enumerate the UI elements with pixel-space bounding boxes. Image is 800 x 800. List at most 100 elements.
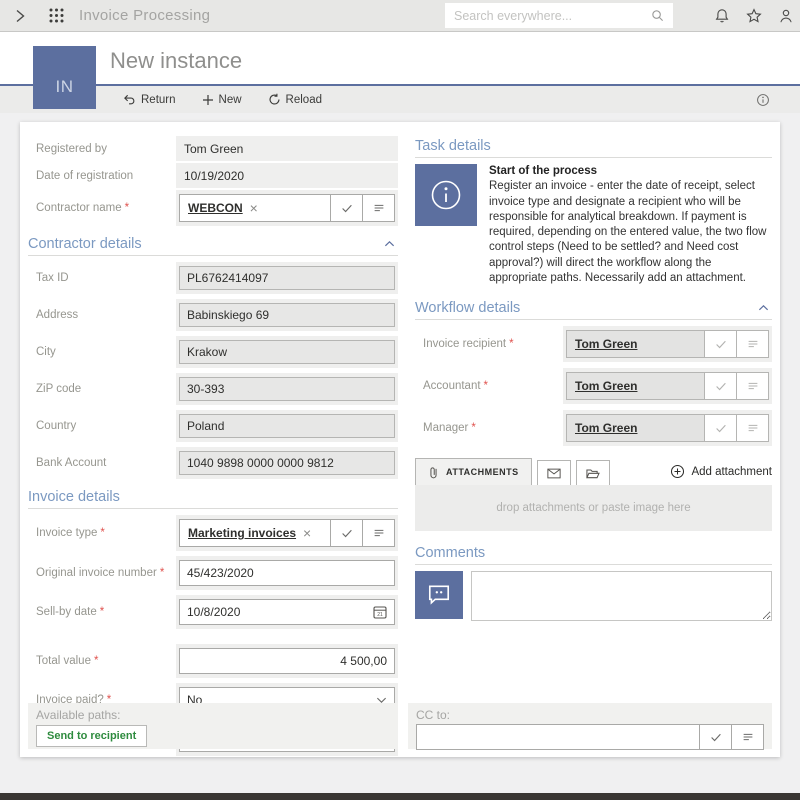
check-icon bbox=[714, 337, 728, 351]
tab-attachment-folder[interactable] bbox=[576, 460, 610, 485]
task-info-block: Start of the process Register an invoice… bbox=[415, 164, 772, 286]
required-marker: * bbox=[484, 380, 488, 392]
field-zip-code: ZiP code 30-393 bbox=[28, 373, 398, 405]
field-label: Manager bbox=[423, 422, 468, 434]
favorites-star-icon[interactable] bbox=[746, 8, 762, 24]
picker-browse-button[interactable] bbox=[736, 331, 768, 357]
section-workflow-details: Workflow details bbox=[415, 300, 772, 320]
field-sell-by-date: Sell-by date* 10/8/2020 21 bbox=[28, 595, 398, 629]
folder-icon bbox=[585, 467, 600, 480]
content-area: Registered by Tom Green Date of registra… bbox=[0, 113, 800, 800]
picker-confirm-button[interactable] bbox=[330, 195, 362, 221]
picker-confirm-button[interactable] bbox=[699, 725, 731, 749]
country-input: Poland bbox=[179, 414, 395, 438]
tab-attachments[interactable]: ATTACHMENTS bbox=[415, 458, 532, 485]
list-icon bbox=[372, 526, 386, 540]
cc-picker bbox=[416, 724, 764, 750]
comments-block bbox=[415, 571, 772, 621]
new-button[interactable]: New bbox=[202, 93, 242, 106]
form-left-column: Registered by Tom Green Date of registra… bbox=[28, 136, 398, 761]
reload-icon bbox=[268, 93, 281, 106]
picker-confirm-button[interactable] bbox=[704, 415, 736, 441]
list-icon bbox=[741, 730, 755, 744]
field-total-value: Total value* 4 500,00 bbox=[28, 644, 398, 678]
list-icon bbox=[746, 337, 760, 351]
calendar-icon[interactable]: 21 bbox=[373, 605, 387, 619]
sell-by-date-input[interactable]: 10/8/2020 21 bbox=[179, 599, 395, 625]
required-marker: * bbox=[100, 606, 104, 618]
section-title: Comments bbox=[415, 545, 485, 561]
required-marker: * bbox=[100, 527, 104, 539]
picker-browse-button[interactable] bbox=[736, 373, 768, 399]
form-right-column: Task details Start of the process Regist… bbox=[415, 136, 772, 761]
field-manager: Manager* Tom Green bbox=[415, 410, 772, 446]
contractor-chip-link[interactable]: WEBCON bbox=[188, 201, 243, 215]
picker-browse-button[interactable] bbox=[362, 520, 394, 546]
person-link[interactable]: Tom Green bbox=[575, 421, 637, 435]
city-input: Krakow bbox=[179, 340, 395, 364]
field-original-invoice-number: Original invoice number* 45/423/2020 bbox=[28, 556, 398, 590]
chip-remove-icon[interactable]: × bbox=[303, 526, 311, 540]
list-icon bbox=[372, 201, 386, 215]
comments-textarea[interactable] bbox=[471, 571, 772, 621]
field-label: Country bbox=[28, 420, 176, 432]
available-paths-label: Available paths: bbox=[36, 708, 390, 722]
field-label: Tax ID bbox=[28, 272, 176, 284]
contractor-picker: WEBCON × bbox=[179, 194, 395, 222]
field-value: 10/19/2020 bbox=[179, 169, 244, 183]
app-title: Invoice Processing bbox=[79, 7, 210, 24]
picker-confirm-button[interactable] bbox=[330, 520, 362, 546]
invoice-type-chip-link[interactable]: Marketing invoices bbox=[188, 526, 296, 540]
topbar: Invoice Processing bbox=[0, 0, 800, 32]
field-label: Original invoice number bbox=[36, 567, 157, 579]
workflow-avatar: IN bbox=[33, 46, 96, 109]
invoice-recipient-picker: Tom Green bbox=[566, 330, 769, 358]
picker-confirm-button[interactable] bbox=[704, 331, 736, 357]
field-accountant: Accountant* Tom Green bbox=[415, 368, 772, 404]
notifications-bell-icon[interactable] bbox=[714, 8, 730, 24]
search-icon[interactable] bbox=[651, 9, 664, 22]
envelope-icon bbox=[547, 468, 561, 479]
page-title: New instance bbox=[110, 48, 242, 74]
section-comments: Comments bbox=[415, 545, 772, 565]
app-launcher-grid-icon[interactable] bbox=[48, 7, 65, 24]
section-title: Contractor details bbox=[28, 236, 142, 252]
person-link[interactable]: Tom Green bbox=[575, 337, 637, 351]
field-value: Tom Green bbox=[179, 142, 243, 156]
total-value-input[interactable]: 4 500,00 bbox=[179, 648, 395, 674]
attachments-tab-bar: ATTACHMENTS bbox=[415, 458, 772, 485]
reload-button[interactable]: Reload bbox=[268, 93, 322, 106]
list-icon bbox=[746, 379, 760, 393]
profile-person-icon[interactable] bbox=[778, 8, 794, 24]
bank-account-input: 1040 9898 0000 0000 9812 bbox=[179, 451, 395, 475]
person-link[interactable]: Tom Green bbox=[575, 379, 637, 393]
original-invoice-number-input[interactable]: 45/423/2020 bbox=[179, 560, 395, 586]
picker-browse-button[interactable] bbox=[736, 415, 768, 441]
tab-email-attachments[interactable] bbox=[537, 460, 571, 485]
search-input[interactable] bbox=[454, 9, 651, 23]
comment-square bbox=[415, 571, 463, 619]
field-date-of-registration: Date of registration 10/19/2020 bbox=[28, 163, 398, 188]
form-info-icon[interactable] bbox=[756, 93, 770, 107]
attachments-dropzone[interactable]: drop attachments or paste image here bbox=[415, 485, 772, 531]
send-to-recipient-path-button[interactable]: Send to recipient bbox=[36, 725, 147, 747]
field-country: Country Poland bbox=[28, 410, 398, 442]
collapse-caret-icon[interactable] bbox=[758, 304, 769, 312]
svg-text:21: 21 bbox=[377, 612, 383, 618]
required-marker: * bbox=[471, 422, 475, 434]
return-button[interactable]: Return bbox=[123, 93, 176, 106]
add-attachment-button[interactable]: Add attachment bbox=[670, 464, 772, 479]
picker-browse-button[interactable] bbox=[731, 725, 763, 749]
return-icon bbox=[123, 93, 136, 106]
collapse-caret-icon[interactable] bbox=[384, 240, 395, 248]
address-input: Babinskiego 69 bbox=[179, 303, 395, 327]
field-city: City Krakow bbox=[28, 336, 398, 368]
section-title: Task details bbox=[415, 138, 491, 154]
sidebar-expand-chevron-icon[interactable] bbox=[12, 8, 28, 24]
available-paths-panel: Available paths: Send to recipient bbox=[28, 703, 398, 749]
picker-confirm-button[interactable] bbox=[704, 373, 736, 399]
chip-remove-icon[interactable]: × bbox=[250, 201, 258, 215]
picker-browse-button[interactable] bbox=[362, 195, 394, 221]
section-title: Workflow details bbox=[415, 300, 520, 316]
cc-input[interactable] bbox=[425, 730, 691, 744]
